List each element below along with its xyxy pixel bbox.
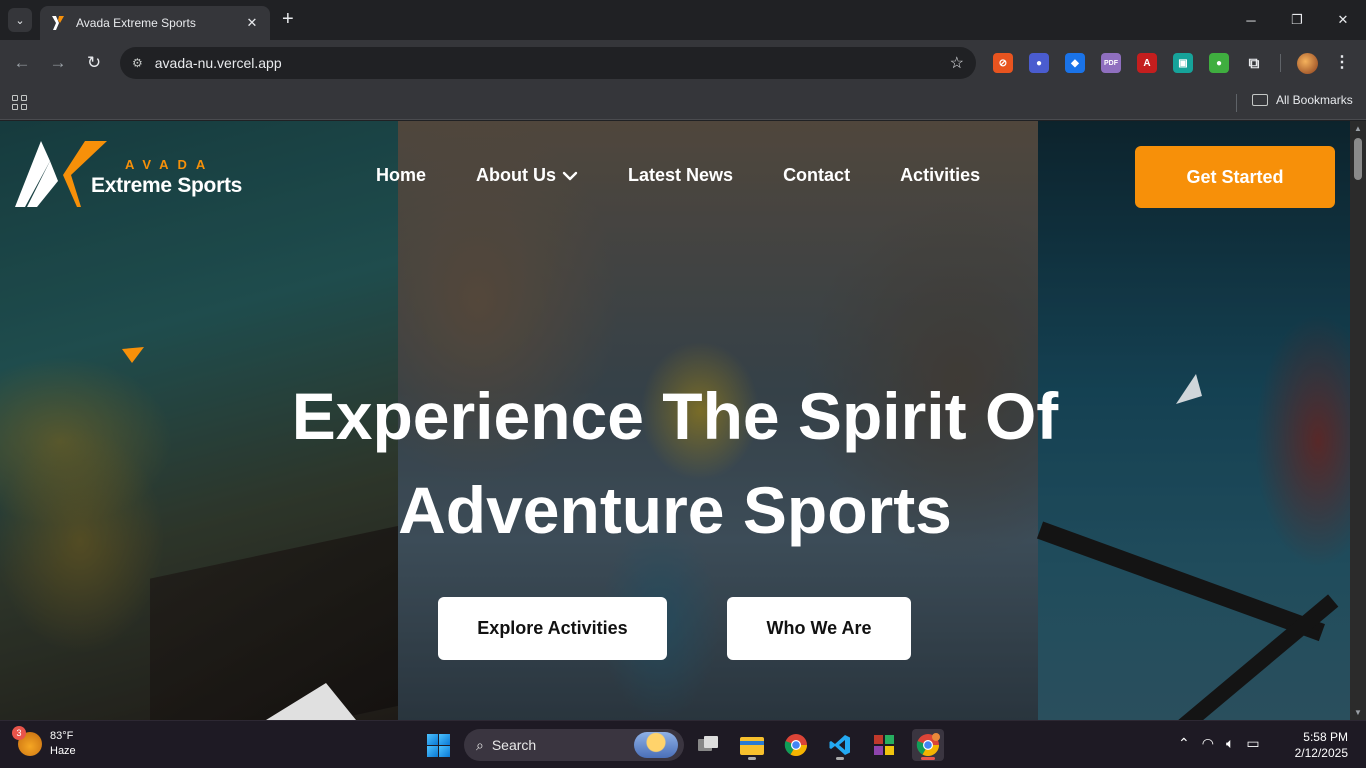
taskbar-search[interactable]: ⌕ Search	[464, 729, 684, 761]
who-we-are-button[interactable]: Who We Are	[727, 597, 911, 660]
pdf-extension-icon[interactable]: PDF	[1101, 53, 1121, 73]
system-tray: ⌃ ◠ 🔈︎ ▭	[1178, 735, 1260, 752]
tab-strip: ⌄ Avada Extreme Sports ✕ + ─ ❐ ✕	[0, 0, 1366, 40]
weather-badge: 3	[12, 726, 26, 740]
scroll-up-arrow-icon[interactable]: ▲	[1354, 124, 1362, 133]
main-nav: Home About Us Latest News Contact Activi…	[376, 165, 1030, 186]
search-highlight-art-icon	[634, 732, 678, 758]
weather-desc: Haze	[50, 745, 76, 757]
acrobat-extension-icon[interactable]: A	[1137, 53, 1157, 73]
logo-name-text: Extreme Sports	[91, 173, 243, 197]
page-viewport: AVADA Extreme Sports Home About Us Lates…	[0, 121, 1350, 720]
explore-activities-button[interactable]: Explore Activities	[438, 597, 667, 660]
profile-avatar[interactable]	[1297, 53, 1318, 74]
search-placeholder: Search	[491, 737, 537, 753]
chrome-active-icon[interactable]	[912, 729, 944, 761]
forward-button[interactable]: →	[47, 52, 69, 74]
screenshot-extension-icon[interactable]: ▣	[1173, 53, 1193, 73]
nav-home[interactable]: Home	[376, 165, 426, 186]
chrome-active-indicator	[921, 757, 935, 760]
apps-grid-icon[interactable]	[12, 95, 27, 110]
page-scrollbar[interactable]: ▲ ▼	[1350, 121, 1366, 720]
clock-date: 2/12/2025	[1294, 746, 1348, 760]
task-view-icon[interactable]	[692, 729, 724, 761]
vscode-running-indicator	[836, 757, 844, 760]
extensions-puzzle-icon[interactable]: ⧉	[1244, 53, 1264, 73]
browser-tab[interactable]: Avada Extreme Sports ✕	[40, 6, 270, 40]
site-info-icon[interactable]: ⚙	[132, 56, 143, 70]
close-tab-icon[interactable]: ✕	[244, 15, 260, 31]
white-triangle-bottom-deco	[266, 683, 356, 720]
chrome-menu-icon[interactable]: ⋮	[1334, 52, 1350, 72]
hero-title-line2: Adventure Sports	[398, 473, 952, 547]
nav-contact[interactable]: Contact	[783, 165, 850, 186]
file-explorer-icon[interactable]	[736, 729, 768, 761]
weather-sun-icon: 3	[12, 726, 42, 756]
show-hidden-icons-chevron-icon[interactable]: ⌃	[1178, 735, 1190, 752]
browser-toolbar: ← → ↻ ⚙ avada-nu.vercel.app ☆ ⊘ ● ◆ PDF A ▣ ● …	[0, 40, 1366, 86]
new-tab-button[interactable]: +	[282, 9, 294, 29]
meet-extension-icon[interactable]: ●	[1029, 53, 1049, 73]
nav-activities[interactable]: Activities	[900, 165, 980, 186]
chevron-down-icon	[562, 171, 578, 180]
logo-avada-text: AVADA	[125, 156, 215, 172]
url-text[interactable]: avada-nu.vercel.app	[155, 55, 950, 71]
start-windows-icon[interactable]	[427, 734, 450, 757]
minimize-button[interactable]: ─	[1228, 0, 1274, 40]
nav-about-us-label: About Us	[476, 165, 557, 185]
tab-title: Avada Extreme Sports	[76, 16, 196, 30]
nav-contact-label: Contact	[783, 165, 851, 185]
restore-button[interactable]: ❐	[1274, 0, 1320, 40]
clock-time: 5:58 PM	[1303, 730, 1348, 744]
shield-extension-icon[interactable]: ◆	[1065, 53, 1085, 73]
get-started-button[interactable]: Get Started	[1135, 146, 1335, 208]
scrollbar-thumb[interactable]	[1354, 138, 1362, 180]
window-controls: ─ ❐ ✕	[1228, 0, 1366, 40]
toolbar-divider	[1280, 54, 1281, 72]
avada-favicon-icon	[52, 16, 64, 30]
nav-home-label: Home	[376, 165, 427, 185]
tab-search-button[interactable]: ⌄	[8, 8, 32, 32]
weather-widget[interactable]: 3 83°F Haze	[12, 726, 76, 759]
winrar-icon[interactable]	[868, 729, 900, 761]
site-logo[interactable]: AVADA Extreme Sports	[15, 141, 242, 209]
battery-icon[interactable]: ▭	[1246, 735, 1259, 752]
bookmarks-bar: All Bookmarks	[0, 86, 1366, 120]
orange-triangle-deco	[122, 347, 144, 363]
wifi-icon[interactable]: ◠	[1202, 735, 1214, 752]
folder-icon	[1252, 94, 1268, 106]
taskbar-clock[interactable]: 5:58 PM 2/12/2025	[1286, 729, 1348, 761]
nav-latest-news-label: Latest News	[628, 165, 734, 185]
hero-title: Experience The Spirit Of Adventure Sport…	[0, 369, 1350, 557]
idea-extension-icon[interactable]: ●	[1209, 53, 1229, 73]
all-bookmarks-label: All Bookmarks	[1276, 93, 1353, 107]
weather-temp: 83°F	[50, 730, 74, 742]
block-extension-icon[interactable]: ⊘	[993, 53, 1013, 73]
reload-button[interactable]: ↻	[83, 52, 105, 74]
vscode-icon[interactable]	[824, 729, 856, 761]
chrome-icon[interactable]	[780, 729, 812, 761]
file-explorer-running-indicator	[748, 757, 756, 760]
windows-taskbar: 3 83°F Haze ⌕ Search ⌃ ◠ 🔈︎ ▭ 5:58 PM 2/…	[0, 720, 1366, 768]
all-bookmarks-button[interactable]: All Bookmarks	[1252, 93, 1353, 107]
nav-activities-label: Activities	[900, 165, 981, 185]
back-button[interactable]: ←	[11, 52, 33, 74]
bookmark-star-icon[interactable]: ☆	[950, 53, 964, 73]
search-icon: ⌕	[476, 736, 484, 753]
hero-title-line1: Experience The Spirit Of	[291, 379, 1059, 453]
scroll-down-arrow-icon[interactable]: ▼	[1354, 708, 1362, 717]
nav-latest-news[interactable]: Latest News	[628, 165, 733, 186]
nav-about-us[interactable]: About Us	[476, 165, 578, 186]
volume-icon[interactable]: 🔈︎	[1226, 735, 1234, 752]
bookmarks-divider	[1236, 94, 1237, 112]
address-bar[interactable]: ⚙ avada-nu.vercel.app ☆	[120, 47, 976, 79]
close-window-button[interactable]: ✕	[1320, 0, 1366, 40]
